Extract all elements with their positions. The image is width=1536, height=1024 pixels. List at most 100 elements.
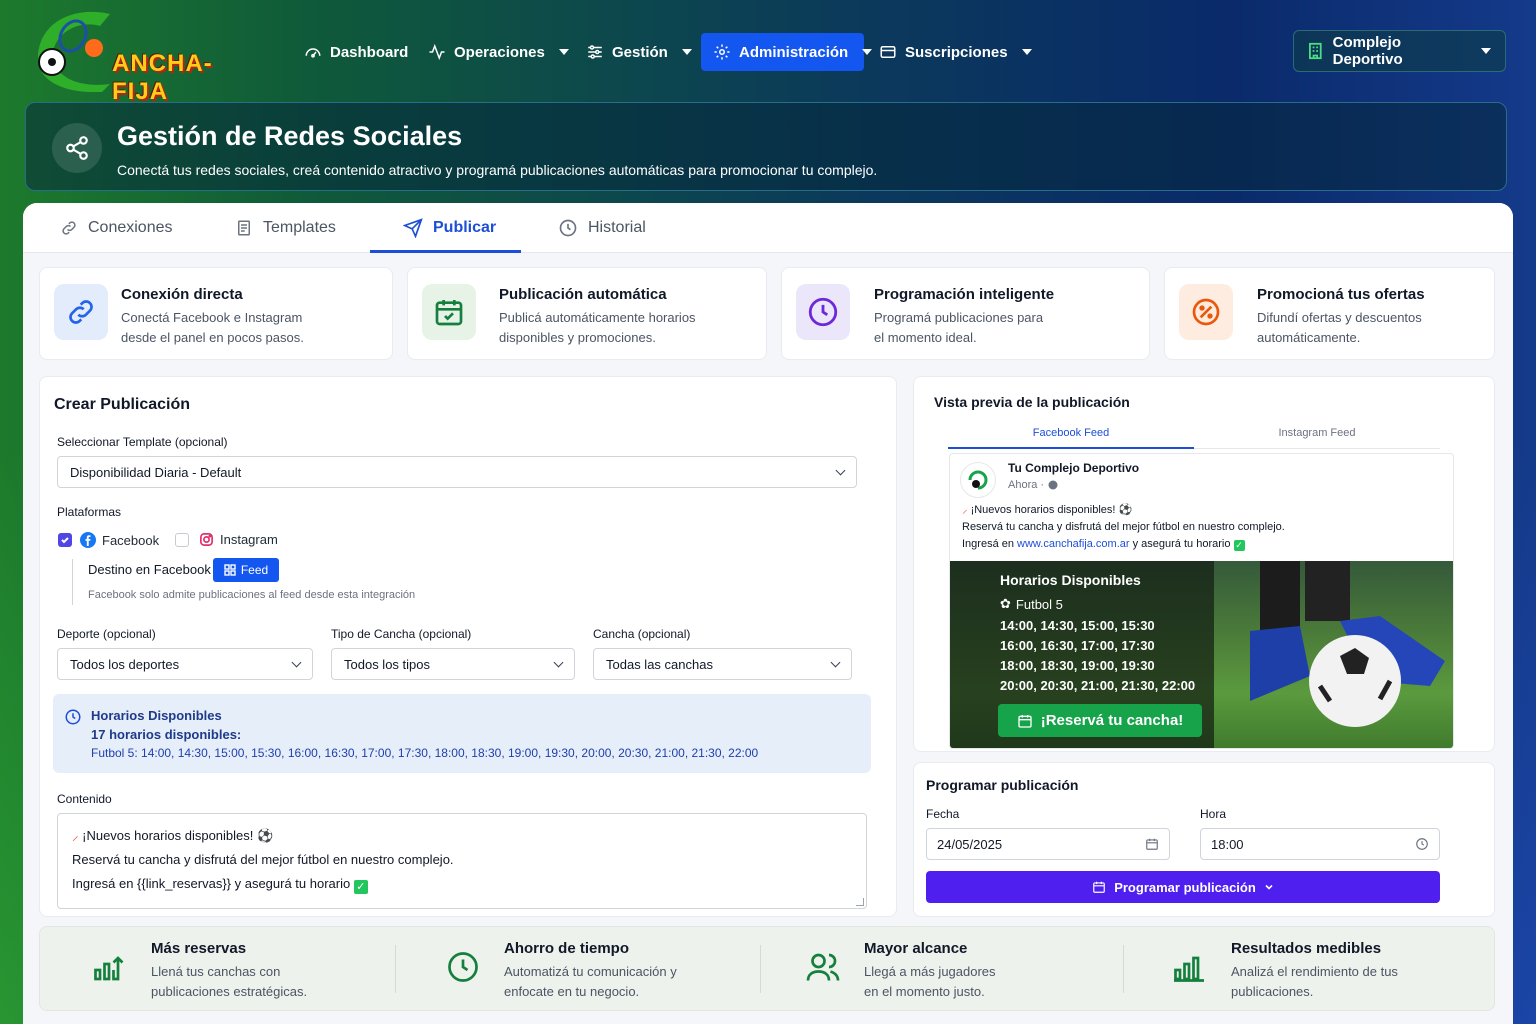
img-horarios-row: 16:00, 16:30, 17:00, 17:30: [1000, 638, 1155, 653]
reserva-cta-button[interactable]: ¡Reservá tu cancha!: [998, 704, 1202, 737]
page-subtitle: Conectá tus redes sociales, creá conteni…: [117, 162, 878, 178]
hora-label: Hora: [1200, 807, 1227, 821]
horarios-title: Horarios Disponibles: [91, 708, 222, 723]
post-line: ⸝ ¡Nuevos horarios disponibles! ⚽: [962, 502, 1285, 519]
benefit-divider: [395, 945, 396, 993]
feature-title: Publicación automática: [499, 286, 667, 303]
nav-administracion-label: Administración: [739, 43, 849, 61]
programar-button[interactable]: Programar publicación: [926, 871, 1440, 903]
feature-desc: Difundí ofertas y descuentos automáticame…: [1257, 308, 1497, 348]
facebook-icon: [80, 532, 96, 548]
post-image-overlay: Horarios Disponibles ✿ Futbol 5 14:00, 14…: [950, 561, 1214, 748]
facebook-checkbox[interactable]: [58, 533, 72, 547]
chart-up-icon: [94, 956, 124, 981]
benefit-desc-line: publicaciones.: [1231, 984, 1314, 999]
benefit-title: Más reservas: [151, 940, 247, 957]
tipo-select[interactable]: Todos los tipos: [331, 648, 575, 680]
tab-facebook-feed[interactable]: Facebook Feed: [948, 423, 1194, 449]
send-icon: [403, 218, 423, 238]
template-label: Seleccionar Template (opcional): [57, 435, 228, 449]
feature-card: Programación inteligente Programá public…: [781, 267, 1150, 360]
feature-card: Conexión directa Conectá Facebook e Inst…: [39, 267, 393, 360]
plataformas-label: Plataformas: [57, 505, 122, 519]
calendar-icon[interactable]: [1145, 837, 1159, 851]
activity-icon: [429, 43, 445, 61]
img-horarios: 14:00, 14:30, 15:00, 15:30 16:00, 16:30,…: [1000, 616, 1195, 696]
destino-feed-button[interactable]: Feed: [213, 558, 279, 582]
post-line-text: y asegurá tu horario: [1132, 538, 1231, 550]
clock-icon[interactable]: [1415, 837, 1429, 851]
chevron-down-icon: [835, 465, 846, 475]
instagram-checkbox[interactable]: [175, 532, 189, 547]
deporte-select[interactable]: Todos los deportes: [57, 648, 313, 680]
complejo-selector[interactable]: Complejo Deportivo: [1293, 30, 1506, 72]
users-icon: [806, 953, 840, 981]
document-icon: [238, 220, 250, 236]
nav-administracion[interactable]: Administración: [701, 33, 873, 71]
template-select[interactable]: Disponibilidad Diaria - Default: [57, 456, 857, 488]
contenido-line-text: ¡Nuevos horarios disponibles!: [82, 828, 254, 843]
post-link[interactable]: www.canchafija.com.ar: [1017, 538, 1130, 550]
chevron-down-icon: [1481, 48, 1491, 54]
fecha-input[interactable]: 24/05/2025: [926, 828, 1170, 860]
contenido-textarea[interactable]: ⸝ ¡Nuevos horarios disponibles! ⚽ Reserv…: [57, 813, 867, 909]
page-header: Gestión de Redes Sociales Conectá tus re…: [25, 102, 1507, 191]
chevron-down-icon: [1021, 49, 1032, 55]
credit-card-icon: [880, 46, 896, 58]
page-name: Tu Complejo Deportivo: [1008, 461, 1140, 475]
img-horarios-row: 20:00, 20:30, 21:00, 21:30, 22:00: [1000, 678, 1196, 693]
img-horarios-row: 14:00, 14:30, 15:00, 15:30: [1000, 618, 1155, 633]
nav-operaciones[interactable]: Operaciones: [418, 33, 579, 71]
tab-historial[interactable]: Historial: [558, 203, 646, 253]
programar-panel: Programar publicación Fecha 24/05/2025 H…: [913, 762, 1495, 917]
logo-text: ANCHA-FIJA: [112, 50, 213, 105]
facebook-option[interactable]: Facebook: [58, 532, 159, 548]
instagram-option[interactable]: Instagram: [175, 532, 278, 547]
percent-icon: [1179, 284, 1233, 340]
deporte-label: Deporte (opcional): [57, 627, 156, 641]
nav-gestion[interactable]: Gestión: [576, 33, 702, 71]
page-avatar: [960, 462, 996, 498]
nav-suscripciones[interactable]: Suscripciones: [869, 33, 1042, 71]
tab-templates-label: Templates: [263, 219, 336, 236]
gear-icon: [714, 44, 730, 60]
tab-conexiones[interactable]: Conexiones: [60, 203, 173, 253]
programar-button-label: Programar publicación: [1114, 879, 1256, 895]
tab-conexiones-label: Conexiones: [88, 219, 173, 236]
nav-dashboard[interactable]: Dashboard: [294, 33, 418, 71]
history-icon: [559, 219, 577, 237]
app-logo[interactable]: ANCHA-FIJA: [30, 6, 258, 105]
nav-suscripciones-label: Suscripciones: [905, 43, 1008, 61]
contenido-line: Ingresá en {{link_reservas}} y asegurá t…: [72, 872, 852, 896]
tab-bar: Conexiones Templates Publicar Historial: [23, 203, 1513, 253]
tab-publicar[interactable]: Publicar: [403, 203, 496, 253]
fecha-value: 24/05/2025: [937, 836, 1003, 852]
feature-card: Publicación automática Publicá automátic…: [407, 267, 767, 360]
calendar-icon: [1018, 714, 1032, 728]
crear-title: Crear Publicación: [54, 396, 191, 413]
hora-input[interactable]: 18:00: [1200, 828, 1440, 860]
tab-templates[interactable]: Templates: [235, 203, 336, 253]
tab-publicar-label: Publicar: [433, 219, 497, 236]
link-icon: [62, 221, 76, 235]
feature-desc-line: Publicá automáticamente horarios: [499, 310, 696, 325]
destino-feed-label: Feed: [240, 563, 269, 577]
chevron-down-icon: [553, 657, 564, 667]
programar-title: Programar publicación: [926, 777, 1079, 793]
tab-instagram-feed[interactable]: Instagram Feed: [1194, 423, 1440, 449]
hora-value: 18:00: [1211, 836, 1244, 852]
benefit-desc-line: Llegá a más jugadores: [864, 964, 996, 979]
post-time-text: Ahora ·: [1008, 479, 1045, 491]
benefit-divider: [1123, 945, 1124, 993]
feature-desc-line: automáticamente.: [1257, 330, 1361, 345]
facebook-label: Facebook: [102, 532, 160, 548]
destino-help: Facebook solo admite publicaciones al fe…: [88, 589, 416, 601]
post-line-text: Ingresá en: [962, 538, 1014, 550]
benefit-desc-line: enfocate en tu negocio.: [504, 984, 640, 999]
benefits-bar: Más reservas Llená tus canchas con public…: [39, 926, 1495, 1011]
resize-handle[interactable]: [856, 898, 864, 906]
cancha-select[interactable]: Todas las canchas: [593, 648, 852, 680]
chevron-down-icon: [291, 657, 302, 667]
benefit-desc-line: Llená tus canchas con: [151, 964, 281, 979]
preview-title: Vista previa de la publicación: [934, 394, 1130, 410]
